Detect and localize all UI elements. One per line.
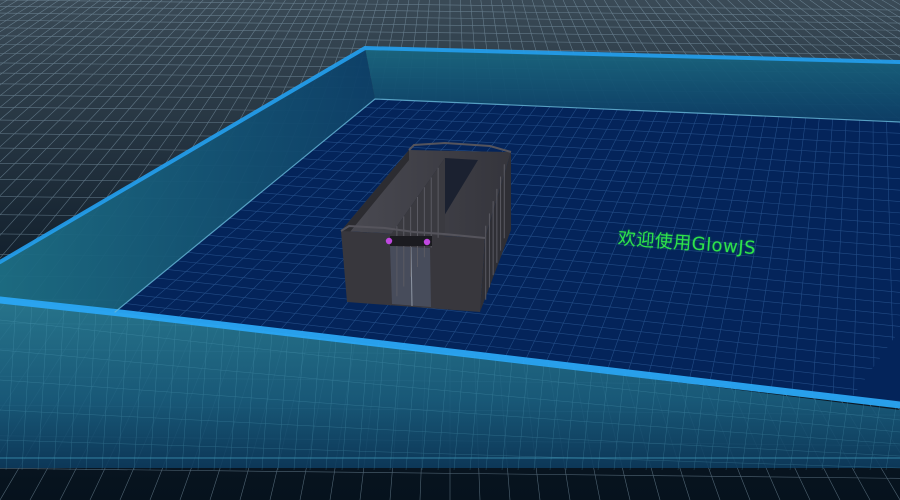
3d-viewport[interactable]: 欢迎使用GlowJS (0, 0, 900, 500)
indicator-light-right (423, 238, 431, 246)
indicator-light-left (385, 237, 393, 245)
